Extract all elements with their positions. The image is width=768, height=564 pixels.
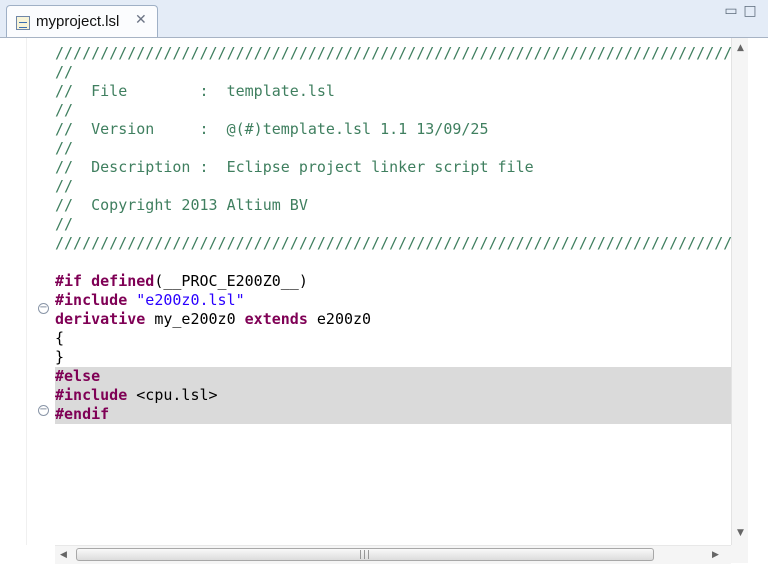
tab-label: myproject.lsl bbox=[36, 13, 120, 30]
code-line: // bbox=[55, 139, 74, 157]
scroll-right-icon[interactable]: ▶ bbox=[707, 546, 724, 564]
horizontal-scrollbar[interactable]: ◀ ||| ▶ bbox=[55, 545, 731, 564]
keyword-include: #include bbox=[55, 386, 128, 404]
editor-window: myproject.lsl ✕ ▭ □ − − ////////////////… bbox=[0, 0, 768, 564]
keyword-include: #include bbox=[55, 291, 128, 309]
code-line-endif: #endif bbox=[55, 405, 731, 424]
scroll-left-icon[interactable]: ◀ bbox=[55, 546, 72, 564]
code-line: // File : template.lsl bbox=[55, 82, 335, 100]
horizontal-scroll-thumb[interactable]: ||| bbox=[76, 548, 654, 561]
code-line-include: #include "e200z0.lsl" bbox=[55, 291, 731, 310]
code-line: // Version : @(#)template.lsl 1.1 13/09/… bbox=[55, 120, 489, 138]
code-line-derivative: derivative my_e200z0 extends e200z0 bbox=[55, 310, 731, 329]
code-editor[interactable]: − − ////////////////////////////////////… bbox=[0, 38, 768, 564]
keyword-if: #if bbox=[55, 272, 83, 290]
code-line: ////////////////////////////////////////… bbox=[55, 44, 731, 62]
code-line: ////////////////////////////////////////… bbox=[55, 234, 731, 252]
scrollbar-corner bbox=[731, 545, 748, 563]
scroll-grip-icon: ||| bbox=[359, 550, 372, 560]
derivative-base: e200z0 bbox=[307, 310, 372, 328]
minimize-icon[interactable]: ▭ bbox=[724, 4, 738, 18]
vertical-scrollbar[interactable]: ▲ ▼ bbox=[731, 38, 749, 545]
code-line-close-brace: } bbox=[55, 348, 65, 366]
code-line: // Description : Eclipse project linker … bbox=[55, 158, 534, 176]
code-line-include-cpu: #include <cpu.lsl> bbox=[55, 386, 731, 405]
scroll-down-icon[interactable]: ▼ bbox=[732, 525, 749, 542]
include-string: "e200z0.lsl" bbox=[136, 291, 245, 309]
code-line: // bbox=[55, 101, 74, 119]
derivative-name: my_e200z0 bbox=[145, 310, 245, 328]
close-icon[interactable]: ✕ bbox=[135, 11, 147, 29]
scroll-up-icon[interactable]: ▲ bbox=[732, 40, 749, 57]
fold-toggle-if-icon[interactable]: − bbox=[38, 303, 49, 314]
code-line-else: #else bbox=[55, 367, 731, 386]
editor-tab-bar: myproject.lsl ✕ ▭ □ bbox=[0, 0, 768, 38]
if-argument: (__PROC_E200Z0__) bbox=[154, 272, 308, 290]
code-text-area[interactable]: ////////////////////////////////////////… bbox=[55, 44, 731, 544]
keyword-derivative: derivative bbox=[55, 310, 146, 328]
maximize-icon[interactable]: □ bbox=[743, 4, 757, 18]
code-line: // bbox=[55, 215, 74, 233]
keyword-endif: #endif bbox=[55, 405, 110, 423]
folding-gutter bbox=[27, 38, 49, 545]
code-line: // Copyright 2013 Altium BV bbox=[55, 196, 308, 214]
code-line-open-brace: { bbox=[55, 329, 65, 347]
keyword-extends: extends bbox=[244, 310, 308, 328]
right-edge-panel bbox=[748, 38, 768, 563]
keyword-defined: defined bbox=[91, 272, 155, 290]
linker-script-file-icon bbox=[16, 16, 30, 30]
code-line: // bbox=[55, 63, 74, 81]
code-line-if: #if defined(__PROC_E200Z0__) bbox=[55, 272, 731, 291]
code-line: // bbox=[55, 177, 74, 195]
keyword-else: #else bbox=[55, 367, 101, 385]
overview-ruler bbox=[8, 38, 27, 545]
fold-toggle-else-icon[interactable]: − bbox=[38, 405, 49, 416]
include-argument: <cpu.lsl> bbox=[127, 386, 218, 404]
tab-myproject-lsl[interactable]: myproject.lsl ✕ bbox=[6, 5, 158, 37]
